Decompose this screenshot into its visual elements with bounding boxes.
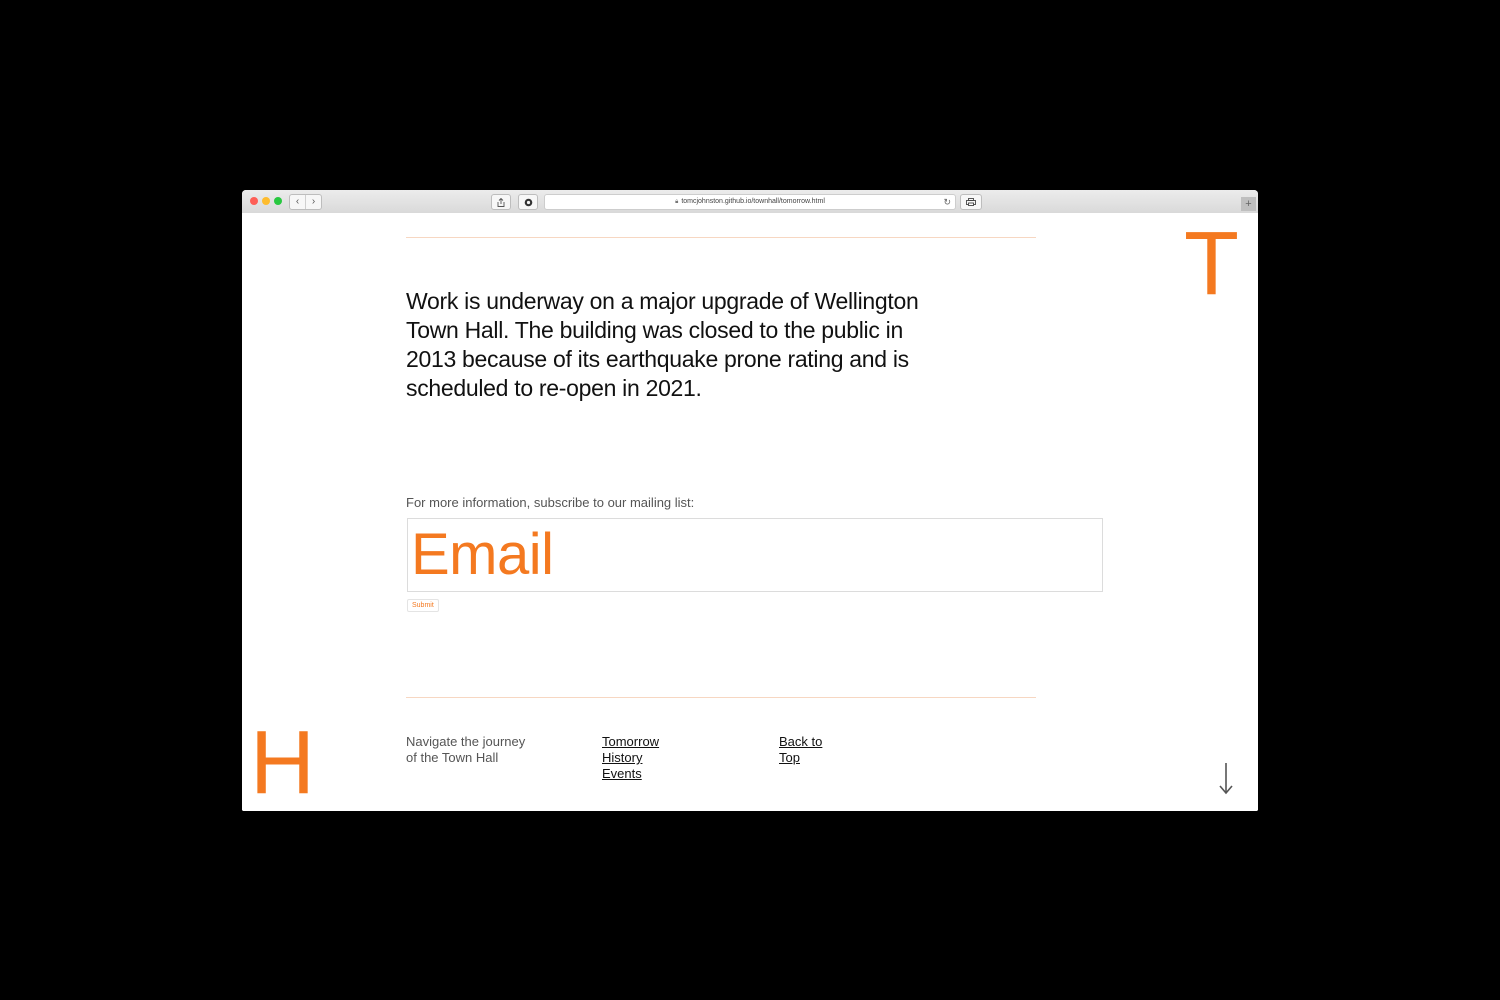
close-window-button[interactable]	[250, 197, 258, 205]
email-input[interactable]: Email	[407, 518, 1103, 592]
corner-letter-t: T	[1184, 214, 1239, 314]
link-tomorrow[interactable]: Tomorrow	[602, 734, 659, 750]
subscribe-label: For more information, subscribe to our m…	[406, 495, 695, 510]
page-content: T Work is underway on a major upgrade of…	[242, 213, 1258, 811]
browser-window: ‹ › 🔒︎ tomcjohnston.github.io/townhall/to…	[242, 190, 1258, 811]
extension-icon[interactable]	[518, 194, 538, 210]
share-icon[interactable]	[491, 194, 511, 210]
url-text: tomcjohnston.github.io/townhall/tomorrow…	[681, 198, 825, 205]
browser-toolbar: ‹ › 🔒︎ tomcjohnston.github.io/townhall/to…	[242, 190, 1258, 214]
link-events[interactable]: Events	[602, 766, 659, 782]
zoom-window-button[interactable]	[274, 197, 282, 205]
arrow-down-icon[interactable]	[1218, 762, 1234, 796]
chevron-right-icon[interactable]: ›	[305, 195, 321, 209]
footer-caption-line2: of the Town Hall	[406, 750, 499, 765]
corner-letter-h: H	[250, 713, 315, 811]
lock-icon: 🔒︎	[675, 199, 679, 205]
minimize-window-button[interactable]	[262, 197, 270, 205]
back-to-top-link-line1[interactable]: Back to	[779, 734, 822, 750]
footer-nav: Tomorrow History Events	[602, 734, 659, 782]
email-placeholder: Email	[411, 522, 554, 587]
link-history[interactable]: History	[602, 750, 659, 766]
footer-caption: Navigate the journey of the Town Hall	[406, 734, 525, 766]
print-icon[interactable]	[960, 194, 982, 210]
submit-button[interactable]: Submit	[407, 599, 439, 612]
chevron-left-icon[interactable]: ‹	[290, 195, 305, 209]
intro-paragraph: Work is underway on a major upgrade of W…	[406, 288, 919, 401]
back-to-top: Back to Top	[779, 734, 822, 766]
bottom-divider	[406, 697, 1036, 698]
footer-caption-line1: Navigate the journey	[406, 734, 526, 749]
nav-buttons: ‹ ›	[289, 194, 322, 210]
new-tab-button[interactable]: +	[1241, 197, 1256, 211]
reload-icon[interactable]: ↻	[943, 195, 951, 209]
back-to-top-link-line2[interactable]: Top	[779, 750, 822, 766]
address-bar[interactable]: 🔒︎ tomcjohnston.github.io/townhall/tomorr…	[544, 194, 956, 210]
top-divider	[406, 237, 1036, 238]
